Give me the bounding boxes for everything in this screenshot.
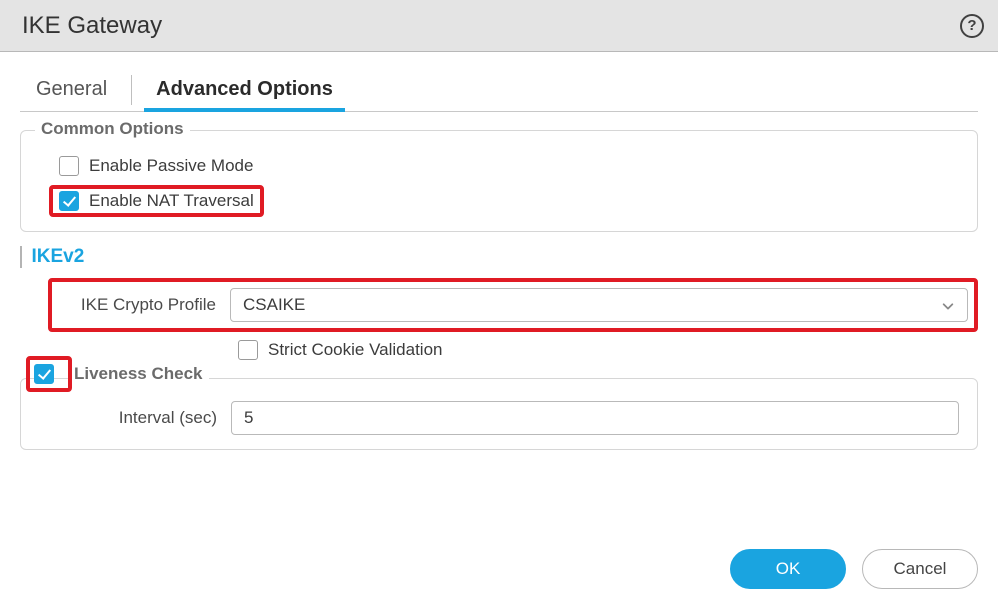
label-ike-crypto-profile: IKE Crypto Profile <box>58 295 230 315</box>
checkbox-strict-cookie[interactable] <box>238 340 258 360</box>
checkbox-passive-mode[interactable] <box>59 156 79 176</box>
label-passive-mode: Enable Passive Mode <box>89 156 253 176</box>
legend-liveness-text: Liveness Check <box>74 364 203 384</box>
label-strict-cookie: Strict Cookie Validation <box>268 340 443 360</box>
fieldset-common-options: Common Options Enable Passive Mode Enabl… <box>20 130 978 232</box>
chevron-down-icon <box>941 298 955 312</box>
dialog-footer: OK Cancel <box>730 549 978 589</box>
ok-button[interactable]: OK <box>730 549 846 589</box>
tab-advanced-options[interactable]: Advanced Options <box>150 70 339 111</box>
section-heading-ikev2: IKEv2 <box>20 246 978 268</box>
label-interval: Interval (sec) <box>59 408 231 428</box>
content-area: Common Options Enable Passive Mode Enabl… <box>0 112 998 450</box>
heading-ikev2-text: IKEv2 <box>32 246 85 268</box>
row-passive-mode: Enable Passive Mode <box>59 151 959 181</box>
dialog-title: IKE Gateway <box>22 12 162 40</box>
highlight-liveness-checkbox <box>26 356 72 392</box>
heading-bar-icon <box>20 246 22 268</box>
highlight-crypto-profile: IKE Crypto Profile CSAIKE <box>48 278 978 332</box>
tabbar: General Advanced Options <box>20 62 978 112</box>
legend-common-options: Common Options <box>35 119 190 139</box>
checkbox-nat-traversal[interactable] <box>59 191 79 211</box>
help-icon[interactable]: ? <box>960 14 984 38</box>
cancel-button[interactable]: Cancel <box>862 549 978 589</box>
select-ike-crypto-profile-value: CSAIKE <box>243 295 305 315</box>
legend-liveness: Liveness Check <box>68 364 209 384</box>
label-nat-traversal: Enable NAT Traversal <box>89 191 254 211</box>
highlight-nat-traversal: Enable NAT Traversal <box>49 185 264 217</box>
titlebar: IKE Gateway ? <box>0 0 998 52</box>
select-ike-crypto-profile[interactable]: CSAIKE <box>230 288 968 322</box>
tab-general[interactable]: General <box>30 70 113 111</box>
input-interval[interactable] <box>231 401 959 435</box>
checkbox-liveness-check[interactable] <box>34 364 54 384</box>
tab-separator <box>131 75 132 105</box>
fieldset-liveness-wrapper: Liveness Check Interval (sec) <box>20 378 978 450</box>
